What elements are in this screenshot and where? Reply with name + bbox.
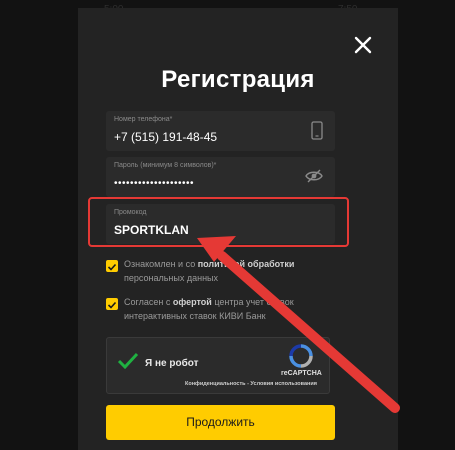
- annotation-arrow-icon: [197, 236, 400, 413]
